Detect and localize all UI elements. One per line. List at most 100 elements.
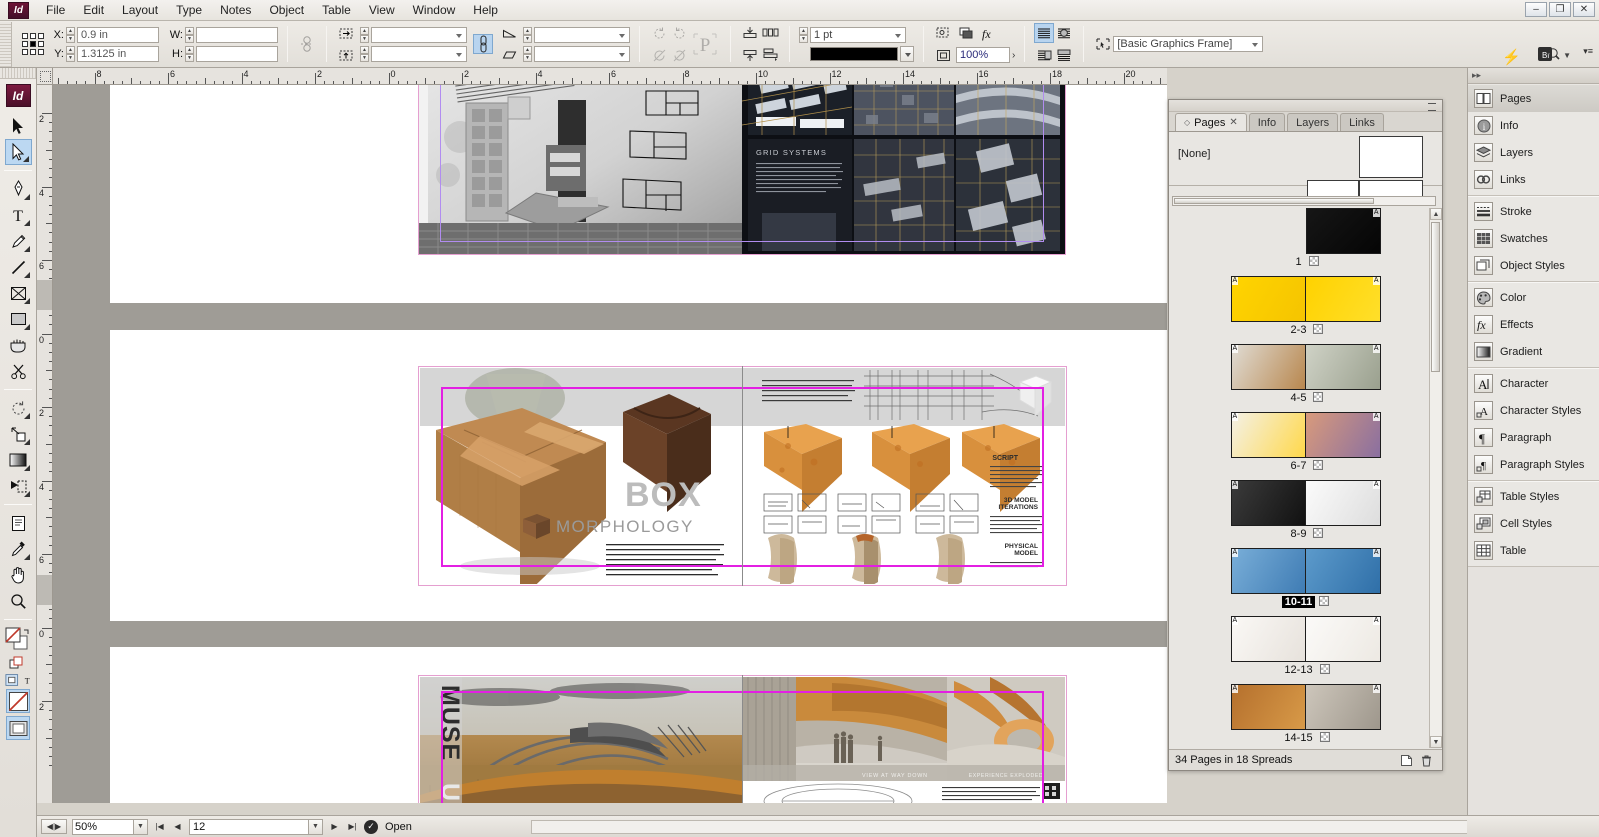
zoom-level-input[interactable]: 50%	[72, 818, 134, 835]
menu-help[interactable]: Help	[464, 1, 507, 19]
flip-horizontal-icon[interactable]	[649, 45, 669, 65]
page-thumbnail[interactable]: A	[1231, 549, 1306, 593]
page-spread-item[interactable]: A A 12-13	[1230, 616, 1381, 676]
h-input[interactable]	[196, 45, 278, 62]
spread-museum[interactable]: MUSE U VIEW AT WAY DOWN EXPERIENCE EXPLO…	[418, 675, 1067, 803]
apply-none-icon[interactable]	[6, 689, 30, 713]
zoom-tool[interactable]	[5, 588, 32, 614]
dock-item-layers[interactable]: Layers	[1468, 139, 1599, 166]
text-wrap-none-icon[interactable]	[1034, 23, 1055, 43]
rectangle-frame-tool[interactable]	[5, 280, 32, 306]
spread-label[interactable]: 4-5	[1231, 392, 1381, 404]
stroke-weight-combo[interactable]: 1 pt	[810, 26, 906, 43]
dock-item-table[interactable]: Table	[1468, 537, 1599, 564]
dock-item-swatches[interactable]: Swatches	[1468, 225, 1599, 252]
dock-item-stroke[interactable]: Stroke	[1468, 198, 1599, 225]
dock-item-object-styles[interactable]: Object Styles	[1468, 252, 1599, 279]
dock-item-character[interactable]: A Character	[1468, 370, 1599, 397]
shear-stepper[interactable]: ▲ ▼	[523, 45, 532, 62]
vertical-ruler[interactable]: 2 4 6 0 2 4 6 0 2	[37, 85, 53, 803]
preflight-status-icon[interactable]: ✓	[364, 819, 378, 834]
x-input[interactable]	[77, 26, 159, 43]
spread-box-morphology[interactable]: BOX MORPHOLOGY SCRIPT 3D MODEL ITERATION…	[418, 366, 1067, 586]
stroke-type-dropdown[interactable]	[900, 45, 914, 62]
menu-object[interactable]: Object	[260, 1, 313, 19]
dock-item-paragraph-styles[interactable]: ¶ Paragraph Styles	[1468, 451, 1599, 478]
page-number-input[interactable]: 12	[189, 818, 309, 835]
menu-notes[interactable]: Notes	[211, 1, 260, 19]
dock-item-pages[interactable]: Pages	[1468, 85, 1599, 112]
spread-thumbnail[interactable]: AA	[1230, 684, 1381, 730]
page-thumbnail[interactable]: A	[1231, 481, 1306, 525]
frame-fitting-icon[interactable]	[933, 23, 953, 43]
gradient-feather-tool[interactable]	[5, 473, 32, 499]
flip-vertical-icon[interactable]	[669, 45, 689, 65]
master-a-thumb[interactable]	[1359, 136, 1423, 178]
page-thumbnail[interactable]: A	[1305, 413, 1380, 457]
spread-thumbnail[interactable]: AA	[1230, 344, 1381, 390]
eyedropper-tool[interactable]	[5, 536, 32, 562]
page-spread-item[interactable]: A A 6-7	[1230, 412, 1381, 472]
text-frame-options-icon[interactable]: P	[689, 27, 721, 61]
page-spread-item[interactable]: A A 4-5	[1230, 344, 1381, 404]
scroll-up-icon[interactable]: ▲	[1430, 208, 1442, 220]
object-style-combo[interactable]: [Basic Graphics Frame]	[1113, 36, 1264, 52]
menu-window[interactable]: Window	[404, 1, 465, 19]
text-wrap-jump-icon[interactable]	[1054, 45, 1074, 65]
tab-info[interactable]: Info	[1248, 113, 1286, 131]
selection-tool[interactable]	[5, 113, 32, 139]
menu-file[interactable]: File	[37, 1, 74, 19]
dock-item-table-styles[interactable]: Table Styles	[1468, 483, 1599, 510]
pencil-tool[interactable]	[5, 228, 32, 254]
dock-item-info[interactable]: i Info	[1468, 112, 1599, 139]
note-tool[interactable]	[5, 510, 32, 536]
opacity-value[interactable]: 100%	[956, 47, 1010, 63]
tab-links[interactable]: Links	[1340, 113, 1384, 131]
horizontal-scrollbar-track[interactable]	[531, 820, 1473, 834]
close-icon[interactable]: ✕	[1229, 117, 1237, 128]
w-input[interactable]	[196, 26, 278, 43]
dock-item-color[interactable]: Color	[1468, 284, 1599, 311]
rectangle-tool[interactable]	[5, 306, 32, 332]
spread-label[interactable]: 1	[1231, 256, 1381, 268]
menu-table[interactable]: Table	[313, 1, 360, 19]
scale-tool[interactable]	[5, 421, 32, 447]
distribute-horizontal-icon[interactable]	[760, 23, 780, 43]
reference-point-selector[interactable]	[22, 33, 44, 55]
bridge-button[interactable]: Br ▼	[1538, 46, 1571, 64]
prev-page-icon[interactable]: ◀	[171, 819, 184, 835]
next-page-icon[interactable]: ▶	[328, 819, 341, 835]
trash-icon[interactable]	[1416, 754, 1436, 767]
page-thumbnail[interactable]: A	[1305, 617, 1380, 661]
first-page-icon[interactable]: |◀	[153, 819, 166, 835]
page-thumbnail[interactable]: A	[1231, 277, 1306, 321]
constrain-scale-link-icon[interactable]	[473, 34, 493, 54]
spread-thumbnail[interactable]: AA	[1230, 276, 1381, 322]
x-stepper[interactable]: ▲ ▼	[66, 26, 75, 43]
last-page-icon[interactable]: ▶|	[346, 819, 359, 835]
masters-section[interactable]: [None]	[1169, 132, 1442, 199]
y-stepper[interactable]: ▲ ▼	[66, 45, 75, 62]
expand-dock-icon[interactable]: ▸▸	[1472, 70, 1481, 81]
pages-panel-titlebar[interactable]	[1169, 100, 1442, 112]
fill-stroke-swatches[interactable]	[5, 625, 32, 655]
dock-item-character-styles[interactable]: A Character Styles	[1468, 397, 1599, 424]
dock-item-gradient[interactable]: Gradient	[1468, 338, 1599, 365]
dock-item-effects[interactable]: fx Effects	[1468, 311, 1599, 338]
rotate-combo[interactable]	[534, 26, 630, 43]
distribute-vertical-icon[interactable]	[760, 45, 780, 65]
default-fill-stroke-icon[interactable]	[5, 655, 32, 671]
scale-y-icon[interactable]	[336, 45, 356, 65]
free-transform-tool[interactable]	[5, 332, 32, 358]
shear-combo[interactable]	[534, 45, 630, 62]
spread-thumbnail[interactable]: AA	[1230, 616, 1381, 662]
menu-view[interactable]: View	[360, 1, 404, 19]
page-spread-item[interactable]: A A 8-9	[1230, 480, 1381, 540]
spread-thumbnail[interactable]: AA	[1230, 480, 1381, 526]
align-bottom-icon[interactable]	[740, 45, 760, 65]
formatting-affects-container-icon[interactable]: T	[4, 671, 32, 689]
page-dropdown-icon[interactable]: ▼	[309, 818, 323, 835]
type-tool[interactable]: T	[5, 202, 32, 228]
new-page-icon[interactable]	[1396, 754, 1416, 767]
direct-selection-tool[interactable]	[4, 139, 32, 165]
